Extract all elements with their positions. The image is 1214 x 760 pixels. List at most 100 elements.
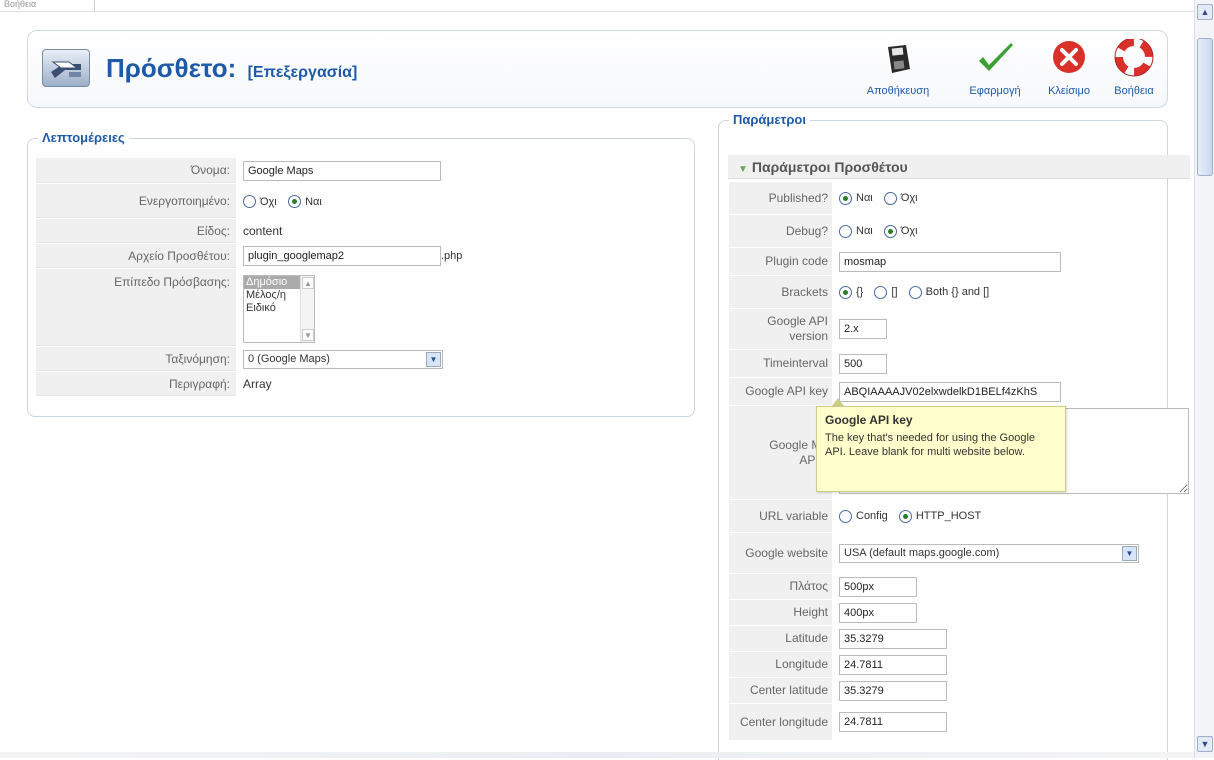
enabled-no-radio[interactable]	[243, 195, 256, 209]
timeinterval-input[interactable]	[839, 353, 887, 374]
scroll-up-icon[interactable]: ▲	[1197, 4, 1213, 20]
brackets-curly-radio[interactable]	[839, 285, 852, 299]
website-select[interactable]: USA (default maps.google.com) ▼	[839, 543, 1139, 563]
scrollbar-thumb[interactable]	[1197, 38, 1213, 176]
save-button[interactable]: Αποθήκευση	[863, 39, 933, 101]
website-label: Google website	[729, 533, 832, 573]
table-row: Height	[729, 600, 1189, 625]
toolbar-header: Πρόσθετο: [Επεξεργασία] Αποθήκευση Εφαρμ…	[27, 30, 1168, 108]
page-scrollbar[interactable]: ▲ ▼	[1194, 0, 1214, 758]
table-row: Όνομα:	[36, 158, 687, 183]
params-panel-title: Παράμετροι Προσθέτου	[751, 159, 908, 175]
table-row: Περιγραφή: Array	[36, 372, 687, 396]
enabled-label: Ενεργοποιημένο:	[36, 184, 236, 218]
name-label: Όνομα:	[36, 158, 236, 183]
enabled-yes-radio[interactable]	[288, 195, 302, 209]
table-row: Brackets {} [] Both {} and []	[729, 276, 1189, 308]
url-config-radio[interactable]	[839, 509, 852, 523]
params-panel-toggle[interactable]: ▼ Παράμετροι Προσθέτου	[728, 155, 1190, 179]
brackets-square-radio[interactable]	[874, 285, 888, 299]
api-version-input[interactable]	[839, 319, 887, 339]
enabled-yes-label: Ναι	[305, 195, 322, 208]
type-value: content	[243, 224, 283, 238]
latitude-label: Latitude	[729, 626, 832, 651]
timeinterval-label: Timeinterval	[729, 350, 832, 377]
published-no-radio[interactable]	[883, 191, 897, 205]
url-variable-label: URL variable	[729, 500, 832, 532]
longitude-input[interactable]	[839, 654, 947, 675]
brackets-square-label: []	[891, 286, 898, 298]
plugin-code-input[interactable]	[839, 251, 1061, 272]
published-yes-radio[interactable]	[839, 191, 852, 205]
close-circle-icon	[1049, 39, 1089, 79]
file-label: Αρχείο Προσθέτου:	[36, 244, 236, 268]
published-yes-label: Ναι	[856, 192, 873, 204]
url-host-radio[interactable]	[898, 509, 912, 523]
listbox-scrollbar[interactable]: ▲ ▼	[300, 276, 314, 342]
access-listbox[interactable]: Δημόσιο Μέλος/η Ειδικό ▲ ▼	[243, 275, 315, 343]
latitude-input[interactable]	[839, 628, 947, 649]
height-label: Height	[729, 600, 832, 625]
table-row: Πλάτος	[729, 574, 1189, 599]
width-label: Πλάτος	[729, 574, 832, 599]
file-extension: .php	[441, 250, 463, 262]
api-key-label: Google API key	[729, 378, 832, 405]
tooltip: Google API key The key that's needed for…	[816, 406, 1066, 492]
table-row: Google API version	[729, 309, 1189, 349]
table-row: Ταξινόμηση: 0 (Google Maps) ▼	[36, 347, 687, 371]
center-lon-input[interactable]	[839, 712, 947, 732]
lifebuoy-icon	[1114, 37, 1154, 79]
access-label: Επίπεδο Πρόσβασης:	[36, 269, 236, 346]
debug-no-radio[interactable]	[883, 224, 897, 238]
scroll-up-icon[interactable]: ▲	[302, 277, 314, 289]
brackets-both-radio[interactable]	[908, 285, 922, 299]
description-label: Περιγραφή:	[36, 372, 236, 396]
triangle-down-icon: ▼	[738, 164, 748, 175]
table-row: URL variable Config HTTP_HOST	[729, 500, 1189, 532]
type-label: Είδος:	[36, 219, 236, 243]
table-row: Center latitude	[729, 678, 1189, 703]
table-row: Timeinterval	[729, 350, 1189, 377]
divider	[0, 11, 1194, 12]
page-title-text: Πρόσθετο:	[106, 53, 237, 83]
center-lat-input[interactable]	[839, 680, 947, 701]
width-input[interactable]	[839, 576, 917, 597]
brackets-both-label: Both {} and []	[925, 286, 990, 298]
help-label: Βοήθεια	[1114, 85, 1154, 97]
enabled-no-label: Όχι	[260, 195, 277, 208]
chevron-down-icon[interactable]: ▼	[1122, 545, 1137, 561]
debug-yes-radio[interactable]	[839, 224, 852, 238]
name-input[interactable]	[243, 160, 441, 181]
page-subtitle: [Επεξεργασία]	[247, 64, 358, 81]
order-select[interactable]: 0 (Google Maps) ▼	[243, 349, 443, 369]
scroll-down-icon[interactable]: ▼	[302, 329, 314, 341]
details-legend: Λεπτομέρειες	[38, 130, 129, 145]
table-row: Plugin code	[729, 248, 1189, 275]
published-label: Published?	[729, 182, 832, 214]
close-button[interactable]: Κλείσιμο	[1034, 39, 1104, 101]
floppy-icon	[878, 39, 918, 79]
url-config-label: Config	[856, 510, 888, 522]
table-row: Longitude	[729, 652, 1189, 677]
bottom-edge	[0, 752, 1194, 758]
table-row: Αρχείο Προσθέτου: .php	[36, 244, 687, 268]
brackets-curly-label: {}	[856, 286, 864, 298]
description-value: Array	[243, 377, 272, 391]
order-select-value: 0 (Google Maps)	[248, 352, 330, 365]
published-no-label: Όχι	[900, 192, 918, 204]
tooltip-title: Google API key	[825, 413, 913, 427]
center-lon-label: Center longitude	[729, 704, 832, 740]
longitude-label: Longitude	[729, 652, 832, 677]
api-key-input[interactable]	[839, 381, 1061, 402]
table-row: Google API key	[729, 378, 1189, 405]
apply-button[interactable]: Εφαρμογή	[960, 39, 1030, 101]
scroll-down-icon[interactable]: ▼	[1197, 736, 1213, 752]
table-row: Center longitude	[729, 704, 1189, 740]
height-input[interactable]	[839, 602, 917, 623]
save-label: Αποθήκευση	[866, 85, 930, 97]
file-input[interactable]	[243, 246, 441, 266]
help-button[interactable]: Βοήθεια	[1099, 37, 1169, 101]
table-row: Google website USA (default maps.google.…	[729, 533, 1189, 573]
chevron-down-icon[interactable]: ▼	[426, 351, 441, 367]
page-title: Πρόσθετο: [Επεξεργασία]	[106, 53, 357, 84]
